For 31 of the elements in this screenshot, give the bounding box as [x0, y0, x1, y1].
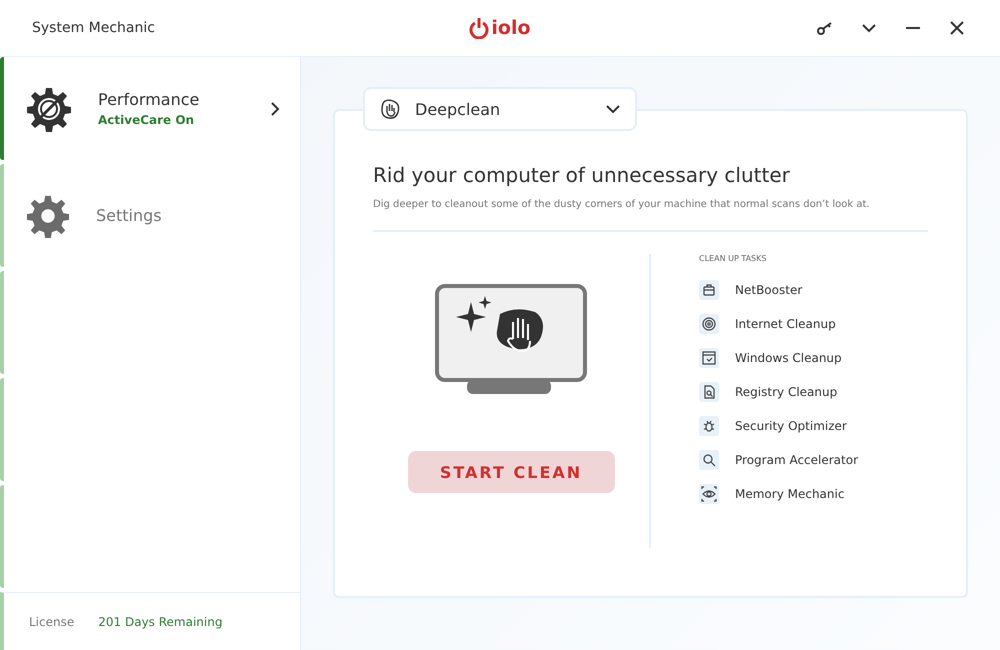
eye-icon	[699, 484, 719, 504]
task-label: Security Optimizer	[735, 419, 847, 433]
task-label: Registry Cleanup	[735, 385, 838, 399]
task-label: NetBooster	[735, 283, 802, 297]
hand-icon	[379, 98, 401, 120]
power-icon	[469, 17, 490, 39]
task-label: Windows Cleanup	[735, 351, 842, 365]
bug-icon	[699, 416, 719, 436]
nav-label: Settings	[96, 206, 163, 225]
gear-icon	[26, 194, 70, 238]
gear-wrench-icon	[26, 86, 72, 132]
license-label: License	[29, 614, 74, 628]
chevron-right-icon	[270, 100, 280, 116]
target-icon	[699, 314, 719, 334]
panel-title: Rid your computer of unnecessary clutter	[373, 163, 791, 187]
task-label: Memory Mechanic	[735, 487, 844, 501]
logo-text: iolo	[491, 17, 531, 39]
start-clean-button[interactable]: START CLEAN	[408, 451, 614, 493]
app-title: System Mechanic	[32, 20, 156, 36]
tasks-heading: CLEAN UP TASKS	[699, 254, 768, 263]
briefcase-icon	[699, 280, 719, 300]
task-label: Internet Cleanup	[735, 317, 836, 331]
license-value: 201 Days Remaining	[98, 614, 222, 628]
nav-label: Performance	[98, 90, 200, 109]
task-label: Program Accelerator	[735, 453, 858, 467]
document-icon	[699, 382, 719, 402]
search-icon	[699, 450, 719, 470]
window-icon	[699, 348, 719, 368]
panel-subtitle: Dig deeper to cleanout some of the dusty corners of your machine that normal scans don’t look at.	[373, 199, 928, 232]
status-label: ActiveCare On	[98, 113, 196, 127]
mode-dropdown[interactable]: Deepclean	[363, 87, 637, 131]
